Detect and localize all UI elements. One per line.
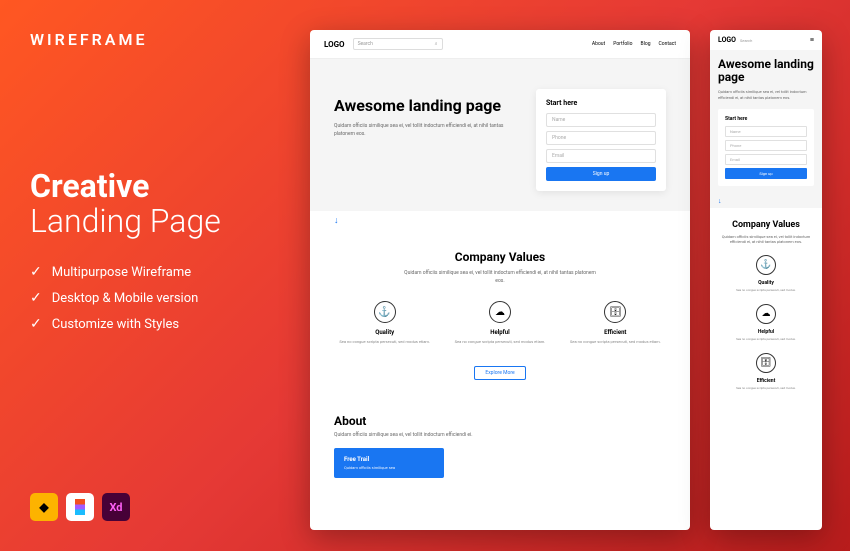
about-title: About: [334, 414, 666, 428]
figma-icon: [66, 493, 94, 521]
hero-title: Awesome landing page: [718, 58, 814, 84]
signup-button[interactable]: Sign up: [546, 167, 656, 181]
menu-icon[interactable]: ≡: [810, 36, 814, 44]
desktop-header: LOGO Search⌕ About Portfolio Blog Contac…: [310, 30, 690, 59]
phone-field[interactable]: Phone: [725, 140, 807, 151]
name-field[interactable]: Name: [725, 126, 807, 137]
desktop-nav: About Portfolio Blog Contact: [592, 41, 676, 47]
feature-list: ✓Multipurpose Wireframe ✓Desktop & Mobil…: [30, 264, 290, 332]
value-efficient: 🗄 Efficient Sea no congue scripta persec…: [565, 301, 666, 345]
archive-icon: 🗄: [604, 301, 626, 323]
values-section: Company Values Quidam officiis similique…: [310, 230, 690, 400]
about-text: Quidam officiis similique sea ei, vel to…: [334, 432, 666, 438]
nav-contact[interactable]: Contact: [659, 41, 676, 47]
values-title: Company Values: [718, 220, 814, 230]
scroll-down-icon[interactable]: ↓: [310, 211, 690, 230]
phone-field[interactable]: Phone: [546, 131, 656, 145]
form-title: Start here: [546, 99, 656, 107]
check-icon: ✓: [30, 316, 42, 332]
mobile-header: LOGO Search ≡: [710, 30, 822, 50]
logo[interactable]: LOGO: [324, 40, 345, 49]
values-title: Company Values: [334, 250, 666, 264]
feature-item: ✓Desktop & Mobile version: [30, 290, 290, 306]
values-sub: Quidam officiis similique sea ei, vel to…: [718, 234, 814, 245]
check-icon: ✓: [30, 290, 42, 306]
search-input[interactable]: Search: [740, 38, 806, 43]
mobile-preview: LOGO Search ≡ Awesome landing page Quida…: [710, 30, 822, 530]
about-section: About Quidam officiis similique sea ei, …: [310, 400, 690, 478]
value-efficient: 🗄 Efficient Sea no congue scripta persec…: [718, 353, 814, 390]
sketch-icon: ◆: [30, 493, 58, 521]
anchor-icon: ⚓: [756, 255, 776, 275]
brand-label: WIREFRAME: [30, 30, 290, 49]
hero-text: Quidam officiis similique sea ei, vel to…: [718, 89, 814, 100]
logo[interactable]: LOGO: [718, 36, 736, 44]
desktop-hero: Awesome landing page Quidam officiis sim…: [310, 59, 690, 211]
headline-bold: Creative: [30, 169, 290, 204]
promo-panel: WIREFRAME Creative Landing Page ✓Multipu…: [30, 30, 290, 342]
hero-title: Awesome landing page: [334, 97, 516, 115]
email-field[interactable]: Email: [725, 154, 807, 165]
signup-form: Start here Name Phone Email Sign up: [718, 109, 814, 186]
form-title: Start here: [725, 116, 807, 122]
value-helpful: ☁ Helpful Sea no congue scripta persecut…: [449, 301, 550, 345]
values-sub: Quidam officiis similique sea ei, vel to…: [400, 270, 600, 285]
xd-icon: Xd: [102, 493, 130, 521]
explore-button[interactable]: Explore More: [474, 366, 525, 380]
feature-item: ✓Customize with Styles: [30, 316, 290, 332]
free-trail-card[interactable]: Free Trail Quidam officiis similique sea: [334, 448, 444, 478]
archive-icon: 🗄: [756, 353, 776, 373]
mobile-hero: Awesome landing page Quidam officiis sim…: [710, 50, 822, 194]
signup-button[interactable]: Sign up: [725, 168, 807, 179]
hero-text: Quidam officiis similique sea ei, vel to…: [334, 123, 516, 138]
tool-icons: ◆ Xd: [30, 493, 130, 521]
signup-form: Start here Name Phone Email Sign up: [536, 89, 666, 191]
check-icon: ✓: [30, 264, 42, 280]
nav-about[interactable]: About: [592, 41, 605, 47]
anchor-icon: ⚓: [374, 301, 396, 323]
nav-portfolio[interactable]: Portfolio: [613, 41, 632, 47]
headline-light: Landing Page: [30, 204, 290, 239]
scroll-down-icon[interactable]: ↓: [710, 194, 822, 208]
name-field[interactable]: Name: [546, 113, 656, 127]
desktop-preview: LOGO Search⌕ About Portfolio Blog Contac…: [310, 30, 690, 530]
search-input[interactable]: Search⌕: [353, 38, 443, 50]
value-quality: ⚓ Quality Sea no congue scripta persecut…: [718, 255, 814, 292]
email-field[interactable]: Email: [546, 149, 656, 163]
cloud-icon: ☁: [756, 304, 776, 324]
search-icon: ⌕: [435, 41, 438, 47]
values-section: Company Values Quidam officiis similique…: [710, 208, 822, 415]
nav-blog[interactable]: Blog: [641, 41, 651, 47]
value-helpful: ☁ Helpful Sea no congue scripta persecut…: [718, 304, 814, 341]
value-quality: ⚓ Quality Sea no congue scripta persecut…: [334, 301, 435, 345]
cloud-icon: ☁: [489, 301, 511, 323]
feature-item: ✓Multipurpose Wireframe: [30, 264, 290, 280]
